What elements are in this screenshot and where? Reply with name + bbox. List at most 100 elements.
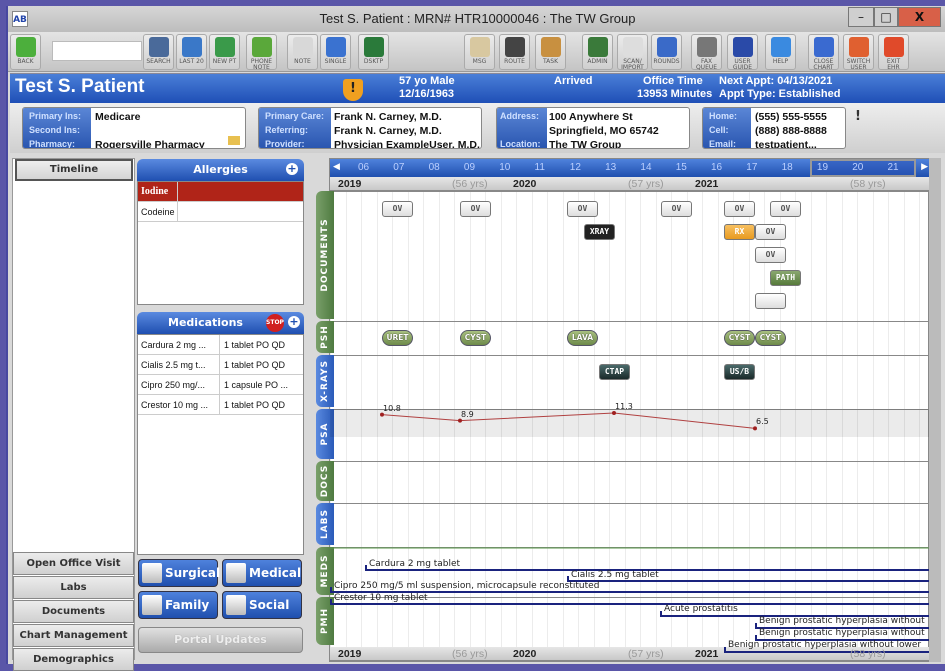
toolbar-fax-button[interactable]: FAX QUEUE [691,34,722,71]
label: Primary Ins: [29,111,82,121]
provider: Physician ExampleUser, M.D. [334,139,480,149]
medication-bar[interactable] [330,599,930,605]
switch-user-icon [848,37,869,57]
year-label: 2021 [695,648,719,660]
label: Pharmacy: [29,139,76,149]
alert-shield-icon[interactable]: ! [343,79,363,101]
address-line1: 100 Anywhere St [549,111,633,123]
toolbar-back-button[interactable]: BACK [10,34,41,70]
address-line2: Springfield, MO 65742 [549,125,659,137]
psa-value-label: 8.9 [461,409,474,419]
psa-point [612,411,616,415]
medication-row[interactable]: Cipro 250 mg/... 1 capsule PO ... [138,375,303,395]
psa-line [381,412,756,429]
timeline-tick: 10 [499,162,511,173]
medication-row[interactable]: Cardura 2 mg ... 1 tablet PO QD [138,335,303,355]
toolbar-last20-button[interactable]: LAST 20 [176,34,207,70]
scroll-right-icon[interactable]: ▶ [921,162,928,172]
allergies-title: Allergies [193,163,248,176]
email: testpatient... [755,139,817,149]
toolbar-closechart-button[interactable]: CLOSE CHART [808,34,839,71]
allergy-item[interactable]: Codeine [138,202,303,222]
labs-button[interactable]: Labs [13,576,134,599]
address-box[interactable]: Address: Location: 100 Anywhere St Springf… [496,107,690,149]
toolbar-label: USER GUIDE [732,58,753,71]
documents-button[interactable]: Documents [13,600,134,623]
alert-exclamation-icon[interactable]: ! [855,109,861,124]
minimize-button[interactable]: – [848,7,874,27]
care-team-box[interactable]: Primary Care: Referring: Provider: Frank N… [258,107,482,149]
psa-point [380,412,384,417]
exit-icon [883,37,904,57]
vertical-scrollbar[interactable] [929,158,941,662]
medications-list: Cardura 2 mg ... 1 tablet PO QD Cialis 2.… [137,334,304,555]
surgical-history-button[interactable]: Surgical [138,559,220,587]
flag-icon[interactable] [228,136,240,145]
tools-icon [587,37,608,57]
primary-insurance: Medicare [95,111,141,123]
timeline-tick: 13 [605,162,617,173]
pmh-bar-label: Benign prostatic hyperplasia without [759,628,925,638]
toolbar-single-button[interactable]: SINGLE [320,34,351,70]
document-icon [142,595,162,615]
medication-bar-label: Cipro 250 mg/5 ml suspension, microcapsu… [334,581,600,591]
home-phone: (555) 555-5555 [755,111,827,123]
desktop-icon [363,37,384,57]
toolbar-admin-button[interactable]: ADMIN [582,34,613,70]
add-allergy-icon[interactable]: + [286,163,298,175]
pmh-bar[interactable] [724,647,930,653]
social-history-button[interactable]: Social [222,591,302,619]
open-office-visit-button[interactable]: Open Office Visit [13,552,134,575]
tab-timeline[interactable]: Timeline [15,159,133,181]
help-icon [770,37,791,57]
stop-icon[interactable]: STOP [266,314,284,332]
toolbar-switchuser-button[interactable]: SWITCH USER [843,34,874,71]
toolbar-msg-button[interactable]: MSG [464,34,495,70]
close-button[interactable]: X [898,7,941,27]
visit-status: Arrived [554,75,593,87]
toolbar-label: NEW PT [212,58,237,65]
toolbar-phonenote-button[interactable]: PHONE NOTE [246,34,277,71]
medical-history-button[interactable]: Medical [222,559,302,587]
timeline-tick: 12 [569,162,581,173]
chart-management-button[interactable]: Chart Management [13,624,134,647]
toolbar-route-button[interactable]: ROUTE [499,34,530,70]
label: Primary Care: [265,111,325,121]
toolbar-label: SCAN/ IMPORT [621,58,644,71]
toolbar-label: MSG [472,58,487,65]
pmh-bar-label: Benign prostatic hyperplasia without [759,616,925,626]
portal-updates-button[interactable]: Portal Updates [138,627,303,653]
timeline-tick: 18 [781,162,793,173]
label: Home: [709,111,738,121]
rounds-icon [656,37,677,57]
scroll-left-icon[interactable]: ◀ [333,162,340,172]
timeline-tick: 14 [640,162,652,173]
family-history-button[interactable]: Family [138,591,218,619]
medication-bar[interactable] [567,576,930,582]
add-medication-icon[interactable]: + [288,316,300,328]
timeline-tick: 11 [534,162,545,173]
toolbar-guide-button[interactable]: USER GUIDE [727,34,758,71]
toolbar-task-button[interactable]: TASK [535,34,566,70]
primary-care: Frank N. Carney, M.D. [334,111,442,123]
demographics-button[interactable]: Demographics [13,648,134,671]
contact-box[interactable]: Home: Cell: Email: (555) 555-5555 (888) 888… [702,107,846,149]
toolbar-search-button[interactable]: SEARCH [143,34,174,70]
toolbar-rounds-button[interactable]: ROUNDS [651,34,682,70]
toolbar-scan-button[interactable]: SCAN/ IMPORT [617,34,648,71]
toolbar-help-button[interactable]: HELP [765,34,796,70]
insurance-box[interactable]: Primary Ins: Second Ins: Pharmacy: Medicar… [22,107,246,149]
toolbar-label: SEARCH [146,58,171,65]
patient-search-input[interactable] [52,41,142,61]
psa-value-label: 11.3 [615,402,633,411]
timeline-axis[interactable]: ◀ ▶ 06 07 08 09 10 11 12 13 14 15 16 17 18 19 20 21 [330,159,930,177]
medication-bar-label: Crestor 10 mg tablet [334,593,428,603]
toolbar-note-button[interactable]: NOTE [287,34,318,70]
toolbar-newpt-button[interactable]: NEW PT [209,34,240,70]
toolbar-exitehr-button[interactable]: EXIT EHR [878,34,909,71]
allergy-item[interactable]: Iodine [138,182,303,202]
medication-row[interactable]: Crestor 10 mg ... 1 tablet PO QD [138,395,303,415]
medication-row[interactable]: Cialis 2.5 mg t... 1 tablet PO QD [138,355,303,375]
toolbar-dsktp-button[interactable]: DSKTP [358,34,389,70]
maximize-button[interactable]: □ [874,7,898,27]
